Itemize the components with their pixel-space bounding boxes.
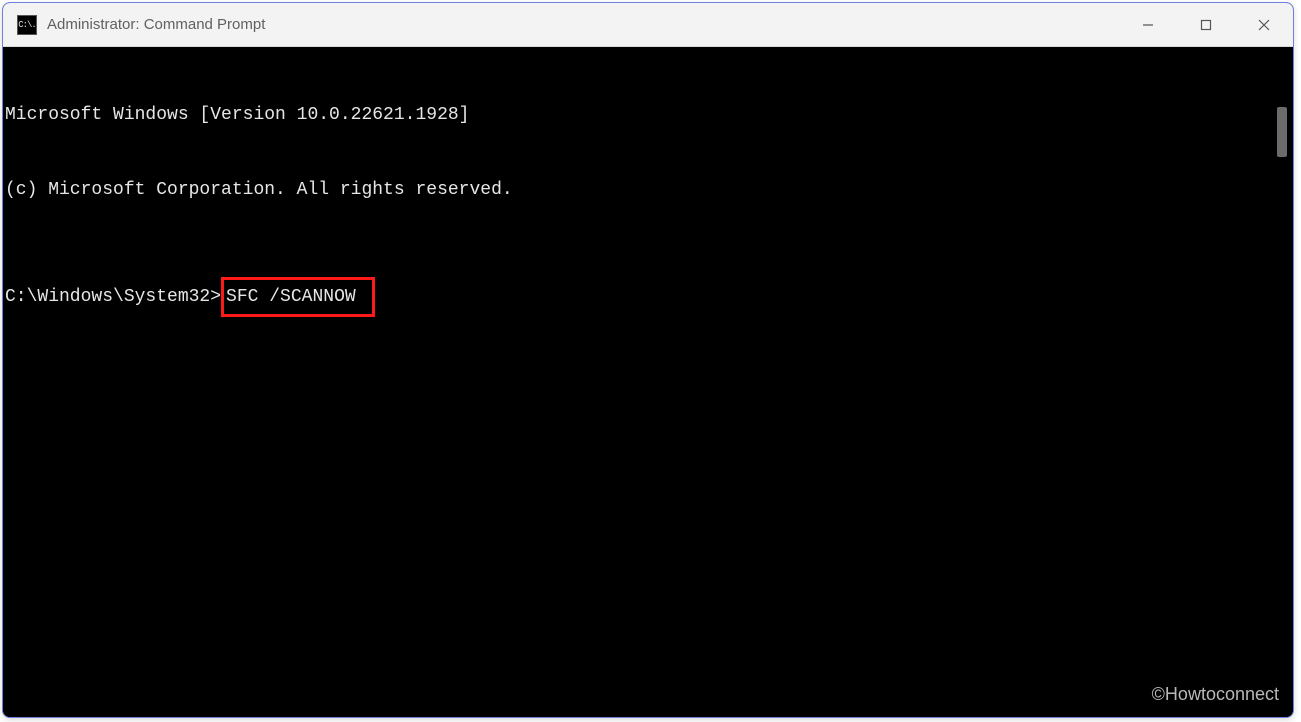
prompt-row: C:\Windows\System32>SFC /SCANNOW [5, 277, 1293, 317]
version-line: Microsoft Windows [Version 10.0.22621.19… [5, 103, 1293, 128]
watermark-text: ©Howtoconnect [1152, 682, 1279, 707]
maximize-button[interactable] [1177, 3, 1235, 46]
maximize-icon [1200, 19, 1212, 31]
titlebar[interactable]: C:\. Administrator: Command Prompt [3, 3, 1293, 47]
typed-command: SFC /SCANNOW [226, 285, 356, 310]
minimize-icon [1142, 19, 1154, 31]
close-icon [1258, 19, 1270, 31]
prompt-path: C:\Windows\System32> [5, 285, 221, 310]
vertical-scrollbar-thumb[interactable] [1277, 107, 1287, 157]
terminal-area[interactable]: Microsoft Windows [Version 10.0.22621.19… [3, 47, 1293, 717]
command-prompt-window: C:\. Administrator: Command Prompt Micro… [2, 2, 1294, 718]
window-title: Administrator: Command Prompt [47, 16, 265, 33]
close-button[interactable] [1235, 3, 1293, 46]
minimize-button[interactable] [1119, 3, 1177, 46]
cmd-app-icon-glyph: C:\. [18, 20, 36, 30]
cmd-app-icon: C:\. [17, 15, 37, 35]
copyright-line: (c) Microsoft Corporation. All rights re… [5, 178, 1293, 203]
window-controls [1119, 3, 1293, 46]
command-highlight-box: SFC /SCANNOW [221, 277, 375, 317]
